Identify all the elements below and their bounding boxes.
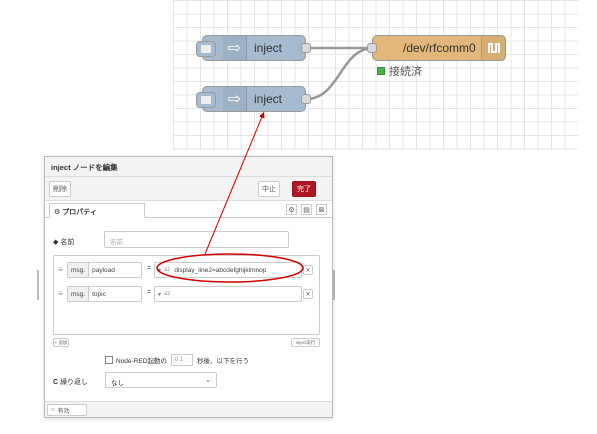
dialog-tabs: ⚙ プロパティ ⚙ ▤ ⊠ — [45, 201, 332, 218]
property-key-input[interactable]: msg. payload — [67, 262, 142, 278]
node-label: /dev/rfcomm0 — [403, 41, 476, 55]
output-port[interactable] — [301, 43, 311, 53]
remove-row-button[interactable]: ✕ — [303, 265, 313, 275]
add-property-button[interactable]: + 追加 — [53, 338, 69, 347]
property-value: display_line2=abcdefghijklmnop — [174, 266, 267, 274]
msg-type-prefix[interactable]: msg. — [68, 263, 90, 277]
msg-type-prefix[interactable]: msg. — [68, 287, 90, 301]
gear-icon: ⚙ — [54, 209, 63, 216]
repeat-value: なし — [111, 380, 124, 387]
node-status: 接続済 — [377, 63, 422, 79]
inject-trigger-button[interactable] — [196, 92, 216, 108]
inject-now-button[interactable]: inject実行 — [291, 338, 320, 347]
chevron-down-icon: ⌄ — [205, 377, 211, 384]
status-text: 接続済 — [389, 66, 422, 78]
property-key-input[interactable]: msg. topic — [67, 286, 142, 302]
drag-handle-icon[interactable]: ≡ — [58, 289, 63, 298]
delete-button[interactable]: 削除 — [49, 181, 71, 197]
output-port[interactable] — [301, 94, 311, 104]
arrow-right-icon: ⇨ — [223, 36, 247, 60]
dialog-title: inject ノードを編集 — [45, 157, 332, 177]
property-key: payload — [92, 266, 115, 274]
equals-sign: = — [147, 265, 152, 272]
property-key: topic — [92, 290, 106, 298]
status-connected-icon — [377, 67, 385, 75]
property-value-input[interactable]: ▾ az — [154, 286, 302, 302]
dialog-toolbar: 削除 中止 完了 — [45, 177, 332, 201]
name-input[interactable]: 名前 — [104, 231, 289, 248]
startup-delay-input[interactable]: 0.1 — [170, 354, 193, 366]
repeat-icon: C — [53, 378, 59, 386]
arrow-right-icon: ⇨ — [223, 87, 247, 111]
appearance-tab-icon[interactable]: ⊠ — [316, 204, 327, 215]
settings-tab-icon[interactable]: ⚙ — [286, 204, 297, 215]
property-row-topic: ≡ msg. topic = ▾ az ✕ — [54, 286, 319, 302]
circle-icon: ○ — [51, 407, 55, 413]
repeat-label: 繰り返し — [60, 379, 89, 386]
chevron-down-icon[interactable]: ▾ — [158, 267, 161, 274]
panel-edge-right — [333, 270, 335, 300]
repeat-label-row: C 繰り返し — [53, 377, 88, 387]
tab-properties[interactable]: ⚙ プロパティ — [49, 203, 145, 218]
string-type-icon: az — [164, 267, 171, 273]
node-red-editor: ⇨ inject ⇨ inject /dev/rfcomm0 接続済 injec… — [0, 0, 597, 434]
property-list: ≡ msg. payload = ▾ az display_line2=abcd… — [53, 255, 320, 335]
property-row-payload: ≡ msg. payload = ▾ az display_line2=abcd… — [54, 262, 319, 278]
cancel-button[interactable]: 中止 — [258, 181, 280, 197]
inject-trigger-button[interactable] — [196, 41, 216, 57]
flow-canvas[interactable] — [173, 0, 578, 150]
dialog-footer: ○ 有効 — [45, 401, 332, 417]
string-type-icon: az — [164, 291, 171, 297]
remove-row-button[interactable]: ✕ — [303, 289, 313, 299]
startup-prefix: Node-RED起動の — [116, 358, 167, 365]
done-button[interactable]: 完了 — [292, 181, 316, 197]
inject-node-top[interactable]: ⇨ inject — [196, 35, 311, 61]
drag-handle-icon[interactable]: ≡ — [58, 265, 63, 274]
startup-row: Node-RED起動の 0.1 秒後、以下を行う — [105, 354, 249, 366]
startup-checkbox[interactable] — [105, 356, 113, 364]
serial-out-node[interactable]: /dev/rfcomm0 — [367, 35, 506, 61]
serial-port-icon — [481, 36, 505, 60]
tab-label: プロパティ — [62, 209, 97, 216]
node-label: inject — [254, 92, 283, 106]
node-label: inject — [254, 41, 283, 55]
name-label: 名前 — [60, 239, 75, 246]
description-tab-icon[interactable]: ▤ — [301, 204, 312, 215]
chevron-down-icon[interactable]: ▾ — [158, 291, 161, 298]
equals-sign: = — [147, 289, 152, 296]
property-value-input[interactable]: ▾ az display_line2=abcdefghijklmnop — [154, 262, 302, 278]
input-port[interactable] — [367, 43, 377, 53]
edit-dialog: inject ノードを編集 削除 中止 完了 ⚙ プロパティ ⚙ ▤ ⊠ ◆ 名… — [44, 156, 333, 418]
name-label-row: ◆ 名前 — [53, 237, 74, 247]
startup-suffix: 秒後、以下を行う — [196, 358, 249, 365]
panel-edge-left — [37, 270, 39, 300]
inject-node-bottom[interactable]: ⇨ inject — [196, 86, 311, 112]
tag-icon: ◆ — [53, 239, 59, 246]
enabled-label: 有効 — [57, 408, 70, 415]
repeat-select[interactable]: なし ⌄ — [105, 372, 217, 388]
enabled-toggle[interactable]: ○ 有効 — [47, 404, 87, 416]
